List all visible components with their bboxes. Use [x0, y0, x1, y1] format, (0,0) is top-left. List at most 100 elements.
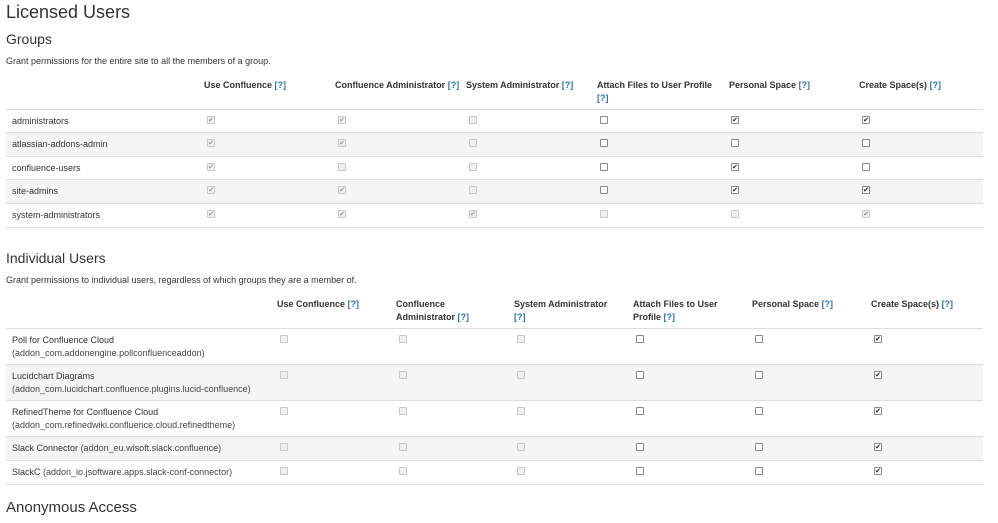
permission-checkbox-create-space-s[interactable]: [862, 186, 870, 194]
column-header-personal-space: Personal Space [?]: [752, 298, 862, 311]
permission-checkbox-confluence-administrator: [338, 163, 346, 171]
permission-checkbox-personal-space[interactable]: [731, 139, 739, 147]
permission-checkbox-create-space-s[interactable]: [862, 116, 870, 124]
table-bottom-border: [6, 227, 983, 228]
column-header-label: Attach Files to User Profile: [633, 299, 718, 322]
column-header-label: Confluence Administrator: [396, 299, 456, 322]
permission-checkbox-use-confluence: [207, 210, 215, 218]
permission-checkbox-personal-space[interactable]: [731, 186, 739, 194]
row-name: Poll for Confluence Cloud: [12, 335, 115, 345]
user-name: Poll for Confluence Cloud (addon_com.add…: [12, 334, 267, 360]
group-name: system-administrators: [12, 209, 192, 222]
permission-checkbox-confluence-administrator: [338, 139, 346, 147]
permission-checkbox-use-confluence: [280, 467, 288, 475]
help-link[interactable]: [?]: [458, 312, 470, 322]
help-link[interactable]: [?]: [942, 299, 954, 309]
help-link[interactable]: [?]: [930, 80, 942, 90]
row-detail: (addon_com.refinedwiki.confluence.cloud.…: [12, 420, 236, 430]
table-bottom-border: [6, 484, 983, 485]
permission-checkbox-confluence-administrator: [338, 186, 346, 194]
permission-checkbox-use-confluence: [207, 116, 215, 124]
column-header-system-administrator: System Administrator [?]: [466, 79, 586, 92]
permission-checkbox-attach-files-to-user-profile[interactable]: [600, 163, 608, 171]
permission-checkbox-attach-files-to-user-profile[interactable]: [636, 443, 644, 451]
permission-checkbox-personal-space[interactable]: [755, 443, 763, 451]
permission-checkbox-use-confluence: [207, 163, 215, 171]
permission-checkbox-personal-space: [731, 210, 739, 218]
permission-checkbox-create-space-s[interactable]: [874, 335, 882, 343]
permission-checkbox-system-administrator: [517, 407, 525, 415]
permission-checkbox-use-confluence: [207, 186, 215, 194]
help-link[interactable]: [?]: [597, 93, 609, 103]
permission-checkbox-system-administrator: [517, 335, 525, 343]
row-name: confluence-users: [12, 163, 81, 173]
permission-checkbox-create-space-s[interactable]: [874, 371, 882, 379]
column-header-use-confluence: Use Confluence [?]: [277, 298, 387, 311]
help-link[interactable]: [?]: [799, 80, 811, 90]
row-name: Lucidchart Diagrams: [12, 371, 95, 381]
permission-checkbox-attach-files-to-user-profile[interactable]: [600, 116, 608, 124]
row-name: system-administrators: [12, 210, 101, 220]
help-link[interactable]: [?]: [348, 299, 360, 309]
column-header-label: Use Confluence: [204, 80, 273, 90]
help-link[interactable]: [?]: [664, 312, 676, 322]
permission-checkbox-attach-files-to-user-profile[interactable]: [636, 335, 644, 343]
anonymous-access-heading: Anonymous Access: [6, 499, 137, 516]
permission-checkbox-personal-space[interactable]: [731, 116, 739, 124]
permission-checkbox-use-confluence: [280, 407, 288, 415]
group-name: administrators: [12, 115, 192, 128]
groups-description: Grant permissions for the entire site to…: [6, 56, 271, 66]
permission-checkbox-create-space-s[interactable]: [874, 407, 882, 415]
permission-checkbox-create-space-s[interactable]: [862, 163, 870, 171]
help-link[interactable]: [?]: [448, 80, 460, 90]
permission-checkbox-personal-space[interactable]: [755, 371, 763, 379]
permission-checkbox-attach-files-to-user-profile[interactable]: [636, 371, 644, 379]
permission-checkbox-attach-files-to-user-profile[interactable]: [600, 139, 608, 147]
permission-checkbox-attach-files-to-user-profile[interactable]: [636, 467, 644, 475]
permission-checkbox-create-space-s[interactable]: [874, 467, 882, 475]
permission-checkbox-attach-files-to-user-profile: [600, 210, 608, 218]
permission-checkbox-system-administrator: [469, 186, 477, 194]
permission-checkbox-confluence-administrator: [338, 210, 346, 218]
column-header-label: Create Space(s): [871, 299, 940, 309]
individual-users-heading: Individual Users: [6, 250, 106, 266]
individual-users-description: Grant permissions to individual users, r…: [6, 275, 357, 285]
permission-checkbox-personal-space[interactable]: [755, 335, 763, 343]
column-header-personal-space: Personal Space [?]: [729, 79, 849, 92]
column-header-label: Personal Space: [729, 80, 797, 90]
row-detail: (addon_com.lucidchart.confluence.plugins…: [12, 384, 251, 394]
user-name: RefinedTheme for Confluence Cloud (addon…: [12, 406, 267, 432]
permission-checkbox-attach-files-to-user-profile[interactable]: [600, 186, 608, 194]
permission-checkbox-personal-space[interactable]: [755, 407, 763, 415]
help-link[interactable]: [?]: [514, 312, 526, 322]
help-link[interactable]: [?]: [275, 80, 287, 90]
permission-checkbox-system-administrator: [469, 163, 477, 171]
row-detail: (addon_com.addonengine.pollconfluenceadd…: [12, 348, 205, 358]
help-link[interactable]: [?]: [562, 80, 574, 90]
row-detail: (addon_eu.wisoft.slack.confluence): [80, 443, 222, 453]
permission-checkbox-create-space-s: [862, 210, 870, 218]
permission-checkbox-attach-files-to-user-profile[interactable]: [636, 407, 644, 415]
permission-checkbox-confluence-administrator: [399, 335, 407, 343]
permission-checkbox-personal-space[interactable]: [755, 467, 763, 475]
column-header-confluence-administrator: Confluence Administrator [?]: [335, 79, 460, 92]
row-detail: (addon_io.jsoftware.apps.slack-conf-conn…: [43, 467, 233, 477]
permission-checkbox-confluence-administrator: [399, 467, 407, 475]
column-header-label: Confluence Administrator: [335, 80, 446, 90]
help-link[interactable]: [?]: [822, 299, 834, 309]
column-header-label: Create Space(s): [859, 80, 928, 90]
row-name: site-admins: [12, 186, 59, 196]
permission-checkbox-create-space-s[interactable]: [874, 443, 882, 451]
permission-checkbox-personal-space[interactable]: [731, 163, 739, 171]
column-header-create-space-s: Create Space(s) [?]: [859, 79, 979, 92]
permission-checkbox-use-confluence: [207, 139, 215, 147]
column-header-confluence-administrator: Confluence Administrator [?]: [396, 298, 496, 324]
column-header-label: System Administrator: [466, 80, 560, 90]
permission-checkbox-system-administrator: [469, 210, 477, 218]
permission-checkbox-create-space-s[interactable]: [862, 139, 870, 147]
permission-checkbox-system-administrator: [469, 139, 477, 147]
column-header-label: System Administrator: [514, 299, 608, 309]
row-name: Slack Connector: [12, 443, 79, 453]
column-header-system-administrator: System Administrator [?]: [514, 298, 619, 324]
permission-checkbox-confluence-administrator: [338, 116, 346, 124]
